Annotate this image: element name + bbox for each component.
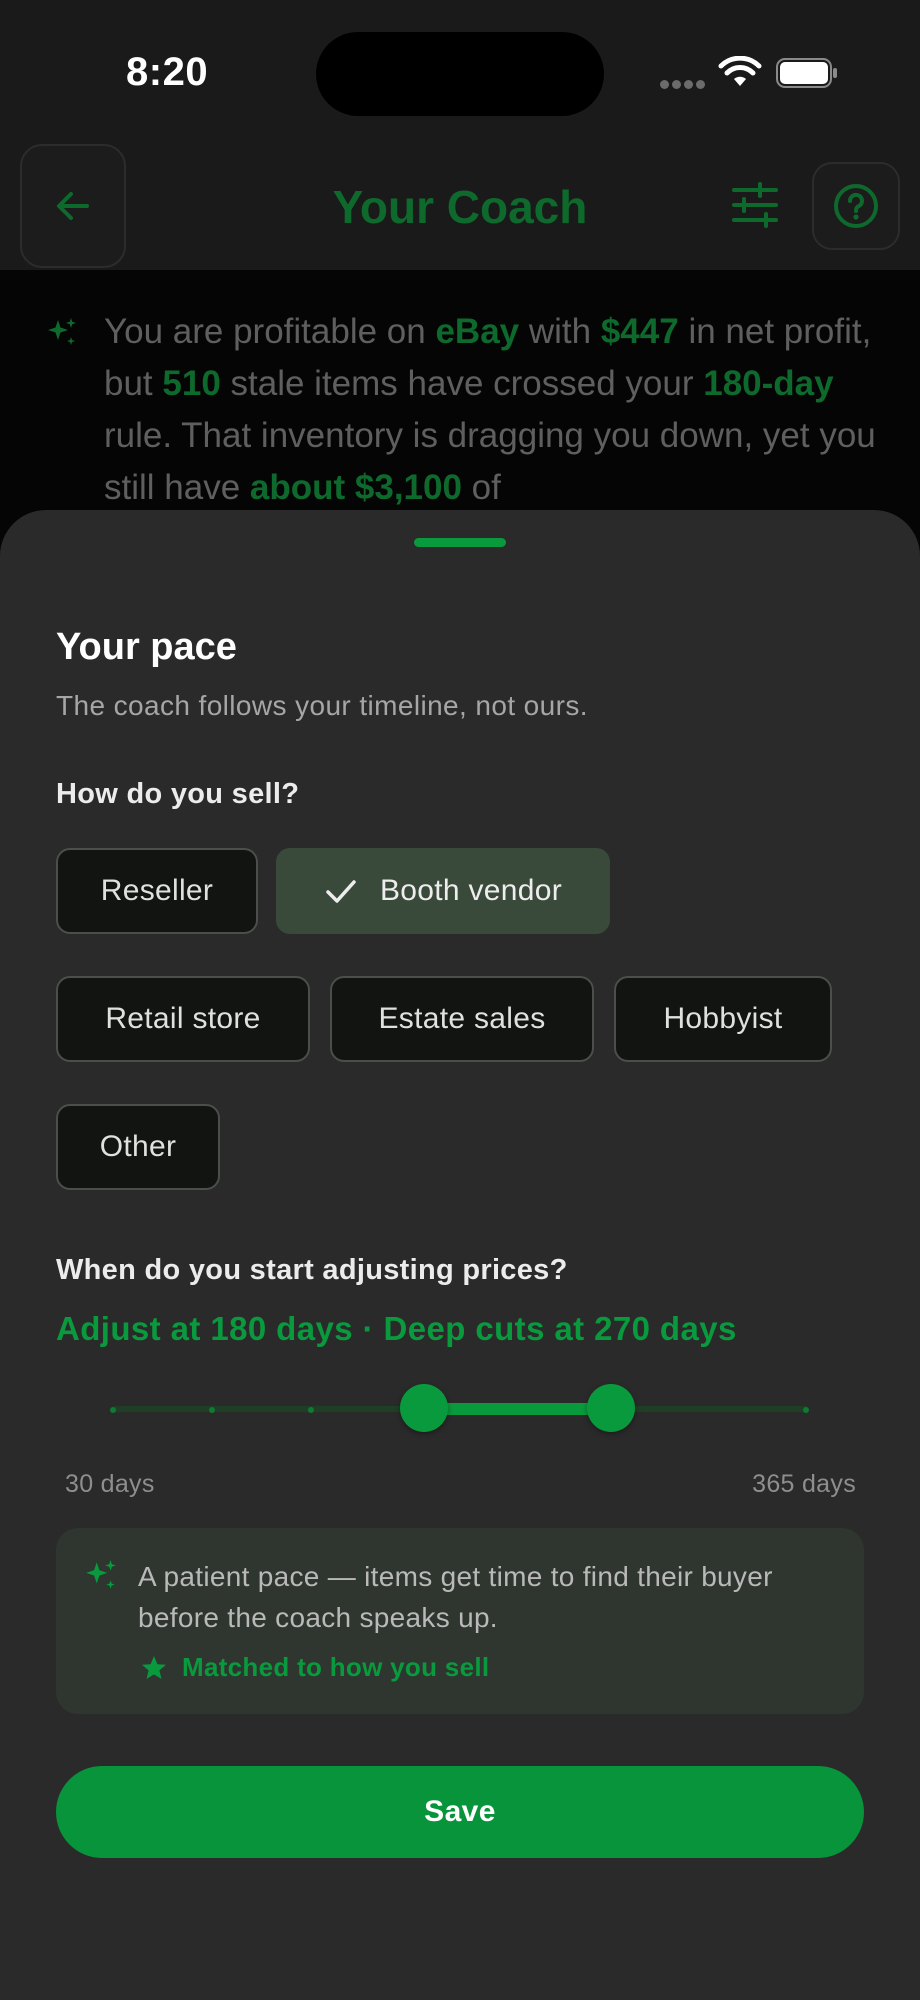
page-title: Your Coach: [332, 181, 588, 233]
summary-text: You are profitable on eBay with $447 in …: [104, 306, 894, 514]
sheet-subtitle: The coach follows your timeline, not our…: [56, 690, 588, 721]
pace-info-text: A patient pace — items get time to find …: [138, 1561, 773, 1633]
app-header: Your Coach: [0, 140, 920, 270]
status-time: 8:20: [126, 50, 209, 94]
status-bar: 8:20: [0, 0, 920, 140]
summary-segment: stale items have crossed your: [220, 364, 704, 403]
star-icon: [142, 1655, 166, 1679]
slider-max-label: 365 days: [752, 1470, 856, 1498]
summary-highlight: $447: [600, 312, 679, 351]
option-booth-vendor[interactable]: Booth vendor: [276, 848, 610, 934]
option-label: Hobbyist: [663, 1002, 783, 1035]
option-retail-store[interactable]: Retail store: [56, 976, 310, 1062]
option-other[interactable]: Other: [56, 1104, 220, 1190]
option-label: Reseller: [100, 874, 214, 907]
slider-tick: [803, 1407, 809, 1413]
adjust-days-handle[interactable]: [399, 1384, 448, 1432]
save-button[interactable]: Save: [56, 1766, 864, 1858]
help-button[interactable]: [812, 162, 900, 250]
check-icon: [326, 880, 356, 903]
slider-tick: [110, 1407, 116, 1413]
summary-highlight: 180-day: [703, 364, 834, 403]
option-label: Other: [99, 1130, 177, 1163]
matched-label: Matched to how you sell: [182, 1652, 490, 1682]
option-reseller[interactable]: Reseller: [56, 848, 258, 934]
pace-info-card: A patient pace — items get time to find …: [56, 1528, 864, 1714]
summary-segment: of: [461, 468, 501, 507]
sheet-grabber[interactable]: [414, 538, 506, 547]
summary-highlight: about $3,100: [249, 468, 462, 507]
sliders-icon[interactable]: [730, 182, 780, 228]
sparkle-icon: [48, 318, 76, 345]
dynamic-island: [316, 32, 604, 116]
summary-highlight: 510: [162, 364, 221, 403]
option-label: Booth vendor: [379, 874, 563, 907]
sparkle-icon: [86, 1560, 116, 1589]
battery-icon: [776, 58, 837, 88]
option-estate-sales[interactable]: Estate sales: [330, 976, 594, 1062]
signal-icon: [660, 80, 705, 90]
option-label: Retail store: [105, 1002, 261, 1035]
coach-screen: 8:20 Your Coach You are profitable on eB…: [0, 0, 920, 2000]
deep-cut-days-handle[interactable]: [586, 1384, 635, 1432]
price-question: When do you start adjusting prices?: [56, 1254, 568, 1286]
summary-segment: with: [519, 312, 601, 351]
pace-sheet: Your pace The coach follows your timelin…: [0, 510, 920, 2000]
wifi-icon: [718, 56, 762, 86]
summary-segment: You are profitable on: [104, 312, 436, 351]
sheet-title: Your pace: [56, 626, 237, 668]
threshold-summary: Adjust at 180 days · Deep cuts at 270 da…: [56, 1310, 737, 1347]
option-label: Estate sales: [378, 1002, 546, 1035]
summary-highlight: eBay: [435, 312, 520, 351]
slider-tick: [209, 1407, 215, 1413]
sell-question: How do you sell?: [56, 778, 300, 810]
matched-badge: Matched to how you sell: [140, 1652, 489, 1683]
help-icon: [834, 184, 878, 228]
slider-tick: [308, 1407, 314, 1413]
option-hobbyist[interactable]: Hobbyist: [614, 976, 832, 1062]
slider-active-range: [423, 1403, 611, 1415]
slider-min-label: 30 days: [65, 1470, 155, 1498]
